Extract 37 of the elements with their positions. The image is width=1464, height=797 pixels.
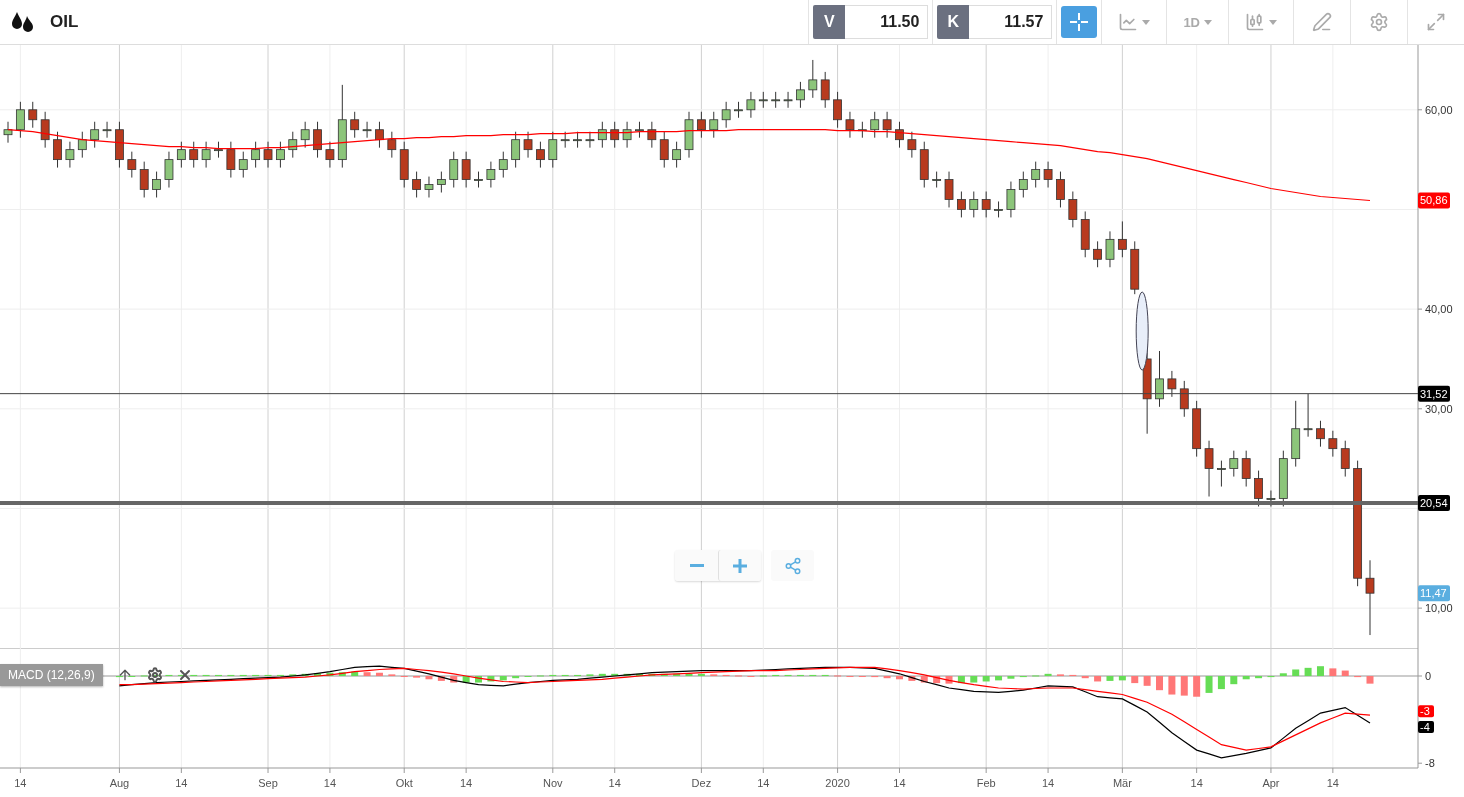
- quote-value: 11.50: [845, 5, 929, 39]
- value-tag: -4: [1418, 720, 1434, 733]
- axis-label: 14: [1190, 777, 1203, 789]
- value-tag: -3: [1418, 705, 1434, 718]
- price-tag: 50,86: [1418, 192, 1450, 209]
- axis-label: 14: [893, 777, 906, 789]
- symbol-title: OIL: [50, 12, 79, 32]
- axis-label: 14: [323, 777, 337, 789]
- axis-label: Dez: [691, 777, 712, 789]
- axis-label: 14: [1041, 777, 1055, 789]
- axis-label: 0: [1425, 670, 1432, 682]
- price-tag: 31,52: [1418, 385, 1450, 402]
- axis-label: 30,00: [1425, 402, 1453, 415]
- axis-label: Okt: [395, 777, 413, 789]
- axis-label: 14: [14, 777, 27, 789]
- axis-label: 14: [1326, 777, 1339, 789]
- quote-label: K: [937, 5, 970, 39]
- quote-label: V: [813, 5, 846, 39]
- axis-label: -8: [1425, 757, 1435, 770]
- axis-label: 14: [608, 777, 621, 789]
- axis-label: Mär: [1112, 777, 1132, 789]
- axis-label: 40,00: [1425, 303, 1453, 316]
- axis-label: 2020: [825, 777, 850, 789]
- axis-label: Nov: [543, 777, 563, 789]
- axis-label: Aug: [109, 777, 130, 789]
- axis-label: Feb: [976, 777, 996, 789]
- price-tag: 11,47: [1418, 585, 1450, 602]
- axis-label: 60,00: [1425, 103, 1453, 116]
- quote-value: 11.57: [969, 5, 1053, 39]
- axis-label: Apr: [1262, 777, 1280, 789]
- axis-label: 14: [175, 777, 188, 789]
- axis-label: 14: [460, 777, 473, 789]
- axis-label: 10,00: [1425, 602, 1453, 615]
- axis-label: Sep: [258, 777, 278, 789]
- indicator-label: MACD (12,26,9): [0, 664, 103, 686]
- price-tag: 20,54: [1418, 495, 1450, 512]
- axis-label: 14: [757, 777, 770, 789]
